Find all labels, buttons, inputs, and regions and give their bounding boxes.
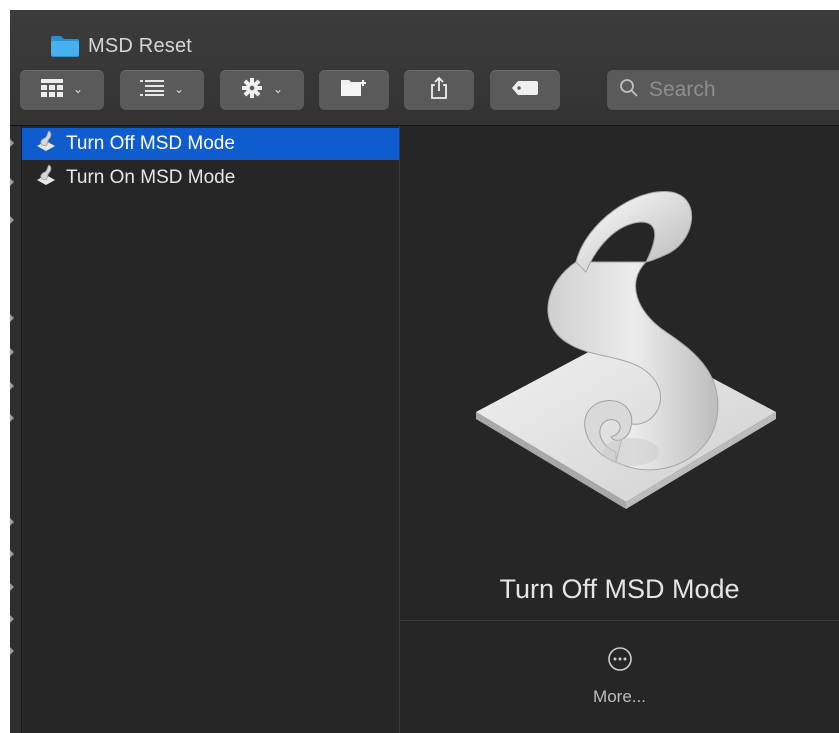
file-list-pane xyxy=(10,126,400,733)
file-row-turn-on-msd-mode[interactable]: Turn On MSD Mode xyxy=(22,162,399,194)
chevron-down-icon: ⌄ xyxy=(173,82,185,96)
preview-pane: Turn Off MSD Mode More... xyxy=(400,126,839,733)
new-folder-button[interactable] xyxy=(319,70,389,110)
window-title: MSD Reset xyxy=(50,33,192,59)
finder-window: MSD Reset ⌄ ⌄ ⌄ Search Turn Off MSD Mode… xyxy=(10,10,839,733)
applescript-scroll-icon xyxy=(456,182,786,517)
file-row-turn-off-msd-mode[interactable]: Turn Off MSD Mode xyxy=(22,128,399,160)
more-button[interactable]: More... xyxy=(400,646,839,707)
share-button[interactable] xyxy=(404,70,474,110)
share-icon xyxy=(429,76,449,105)
window-title-text: MSD Reset xyxy=(88,34,193,57)
more-label: More... xyxy=(593,687,646,706)
disclosure-triangle-icon xyxy=(10,518,14,526)
chevron-down-icon: ⌄ xyxy=(72,82,84,96)
search-icon xyxy=(607,78,639,103)
chevron-down-icon: ⌄ xyxy=(272,82,284,96)
list-group-icon xyxy=(139,79,164,102)
new-folder-icon xyxy=(340,78,368,103)
disclosure-triangle-icon xyxy=(10,550,14,558)
folder-icon xyxy=(50,35,80,57)
preview-title: Turn Off MSD Mode xyxy=(499,574,740,604)
column-edge-strip xyxy=(10,126,22,733)
tags-button[interactable] xyxy=(490,70,560,110)
disclosure-triangle-icon xyxy=(10,647,14,655)
disclosure-triangle-icon xyxy=(10,348,14,356)
tag-icon xyxy=(511,80,539,101)
group-button[interactable]: ⌄ xyxy=(120,70,204,110)
file-name: Turn On MSD Mode xyxy=(66,167,236,188)
search-input[interactable] xyxy=(647,77,831,103)
action-button[interactable]: ⌄ xyxy=(220,70,304,110)
disclosure-triangle-icon xyxy=(10,139,14,147)
disclosure-triangle-icon xyxy=(10,615,14,623)
divider xyxy=(400,620,839,621)
disclosure-triangle-icon xyxy=(10,583,14,591)
disclosure-triangle-icon xyxy=(10,178,14,186)
view-mode-button[interactable]: ⌄ xyxy=(20,70,104,110)
gear-icon xyxy=(241,77,263,104)
search-field[interactable] xyxy=(607,70,839,110)
script-icon xyxy=(36,164,56,192)
disclosure-triangle-icon xyxy=(10,216,14,224)
disclosure-triangle-icon xyxy=(10,414,14,422)
file-name: Turn Off MSD Mode xyxy=(66,133,235,154)
more-icon xyxy=(607,646,633,677)
disclosure-triangle-icon xyxy=(10,382,14,390)
script-icon xyxy=(36,130,56,158)
grid-view-icon xyxy=(40,78,63,102)
disclosure-triangle-icon xyxy=(10,314,14,322)
